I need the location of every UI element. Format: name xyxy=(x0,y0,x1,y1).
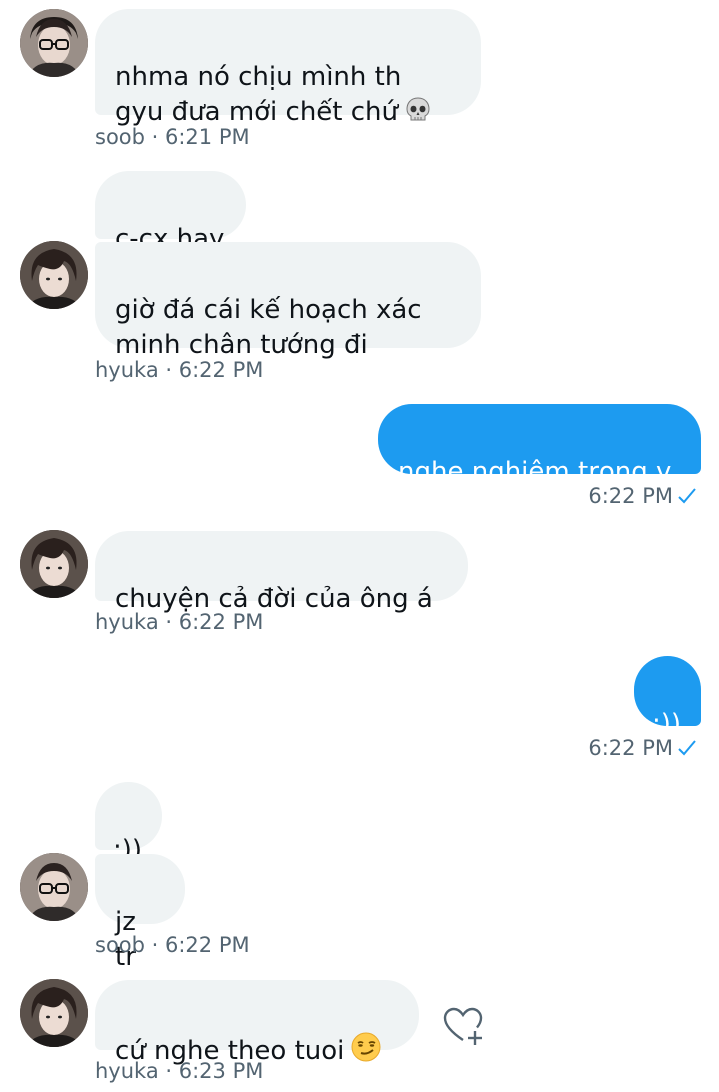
message-meta: hyuka · 6:22 PM xyxy=(95,610,264,634)
message-meta: soob · 6:22 PM xyxy=(95,933,250,957)
message-meta-outgoing: 6:22 PM xyxy=(588,735,697,764)
avatar-soob-image xyxy=(20,853,88,921)
message-meta: soob · 6:21 PM xyxy=(95,125,250,149)
avatar-hyuka[interactable] xyxy=(20,241,88,309)
message-bubble-outgoing[interactable]: :)) xyxy=(634,656,701,739)
message-meta: hyuka · 6:22 PM xyxy=(95,358,264,382)
heart-plus-icon[interactable] xyxy=(441,1004,485,1048)
avatar-hyuka[interactable] xyxy=(20,979,88,1047)
message-bubble[interactable]: chuyện cả đời của ông á xyxy=(95,531,468,614)
message-bubble[interactable]: nhma nó chịu mình th gyu đưa mới chết ch… xyxy=(95,9,481,127)
message-text: nhma nó chịu mình th gyu đưa mới chết ch… xyxy=(115,62,402,127)
message-bubble-outgoing[interactable]: nghe nghiêm trọng v xyxy=(378,404,701,487)
avatar-soob-image xyxy=(20,9,88,77)
skull-icon xyxy=(404,96,432,134)
message-bubble[interactable]: :)) xyxy=(95,782,162,865)
avatar-hyuka-image xyxy=(20,979,88,1047)
check-icon xyxy=(677,738,697,764)
message-text: giờ đá cái kế hoạch xác minh chân tướng … xyxy=(115,295,422,360)
avatar-hyuka-image xyxy=(20,241,88,309)
message-bubble[interactable]: cứ nghe theo tuoi xyxy=(95,980,419,1066)
message-bubble[interactable]: jz tr xyxy=(95,854,185,972)
check-icon xyxy=(677,486,697,512)
avatar-hyuka[interactable] xyxy=(20,530,88,598)
smirk-icon xyxy=(350,1031,382,1073)
avatar-soob[interactable] xyxy=(20,853,88,921)
avatar-hyuka-image xyxy=(20,530,88,598)
message-bubble[interactable]: c-cx hay xyxy=(95,171,246,254)
message-bubble[interactable]: giờ đá cái kế hoạch xác minh chân tướng … xyxy=(95,242,481,360)
message-time: 6:22 PM xyxy=(588,736,673,760)
message-meta-outgoing: 6:22 PM xyxy=(588,483,697,512)
message-meta: hyuka · 6:23 PM xyxy=(95,1059,264,1083)
avatar-soob[interactable] xyxy=(20,9,88,77)
message-time: 6:22 PM xyxy=(588,484,673,508)
